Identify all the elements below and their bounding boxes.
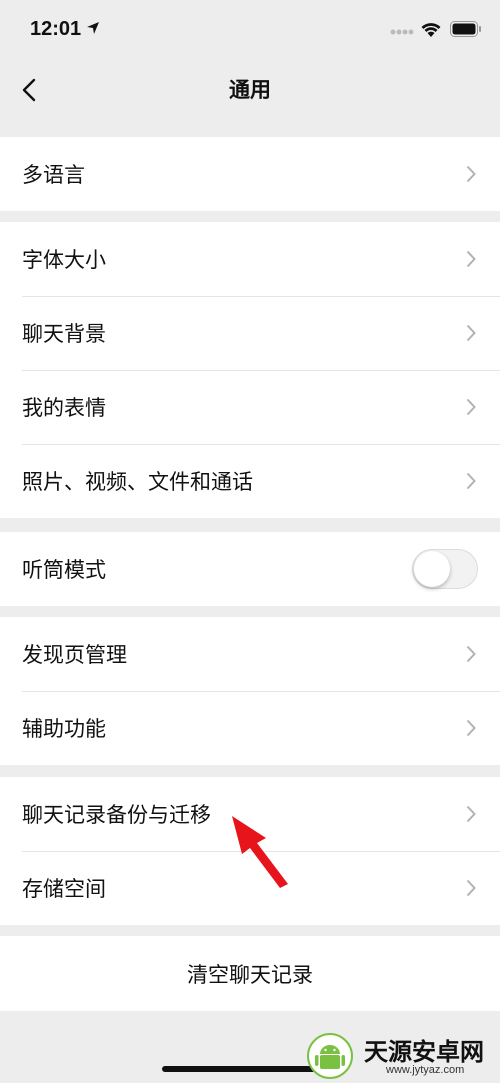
cell-label: 多语言 <box>22 163 85 187</box>
cell-language[interactable]: 多语言 <box>0 137 500 211</box>
page-title: 通用 <box>229 78 271 102</box>
chevron-right-icon <box>466 879 476 897</box>
earpiece-mode-toggle[interactable] <box>412 549 478 589</box>
cell-label: 存储空间 <box>22 877 106 901</box>
signal-icon <box>390 29 414 35</box>
chevron-right-icon <box>466 719 476 737</box>
status-bar: 12:01 <box>0 0 500 62</box>
settings-group-earpiece: 听筒模式 <box>0 532 500 606</box>
cell-my-stickers[interactable]: 我的表情 <box>0 370 500 444</box>
clear-chat-history-button[interactable]: 清空聊天记录 <box>0 936 500 1011</box>
chevron-right-icon <box>466 250 476 268</box>
red-arrow-annotation-icon <box>232 816 288 888</box>
toggle-knob <box>414 551 450 587</box>
chevron-right-icon <box>466 805 476 823</box>
watermark-url: www.jytyaz.com <box>386 1064 465 1076</box>
clear-chat-history-label: 清空聊天记录 <box>187 962 313 987</box>
cell-label: 聊天背景 <box>22 322 106 346</box>
cell-font-size[interactable]: 字体大小 <box>0 222 500 296</box>
watermark-logo: 天源安卓网 www.jytyaz.com <box>298 1026 498 1082</box>
watermark-name: 天源安卓网 <box>364 1038 484 1066</box>
cell-earpiece-mode: 听筒模式 <box>0 532 500 606</box>
settings-group-discover: 发现页管理 辅助功能 <box>0 617 500 765</box>
cell-accessibility[interactable]: 辅助功能 <box>0 691 500 765</box>
cell-label: 字体大小 <box>22 248 106 272</box>
cell-chat-background[interactable]: 聊天背景 <box>0 296 500 370</box>
android-robot-icon <box>306 1032 354 1080</box>
chevron-right-icon <box>466 645 476 663</box>
location-arrow-icon <box>87 22 99 34</box>
chevron-right-icon <box>466 324 476 342</box>
chevron-right-icon <box>466 165 476 183</box>
battery-icon <box>450 21 481 37</box>
status-time: 12:01 <box>30 18 82 40</box>
cell-label: 发现页管理 <box>22 643 127 667</box>
settings-group-language: 多语言 <box>0 137 500 211</box>
cell-discover-management[interactable]: 发现页管理 <box>0 617 500 691</box>
cell-label: 聊天记录备份与迁移 <box>22 803 211 827</box>
cell-label: 照片、视频、文件和通话 <box>22 470 253 494</box>
cell-label: 辅助功能 <box>22 717 106 741</box>
nav-bar: 通用 <box>0 62 500 118</box>
cell-label: 我的表情 <box>22 396 106 420</box>
cell-media-files-calls[interactable]: 照片、视频、文件和通话 <box>0 444 500 518</box>
settings-group-display: 字体大小 聊天背景 我的表情 照片、视频、文件和通话 <box>0 222 500 518</box>
chevron-right-icon <box>466 472 476 490</box>
wifi-icon <box>421 23 441 37</box>
chevron-right-icon <box>466 398 476 416</box>
cell-label: 听筒模式 <box>22 558 106 582</box>
